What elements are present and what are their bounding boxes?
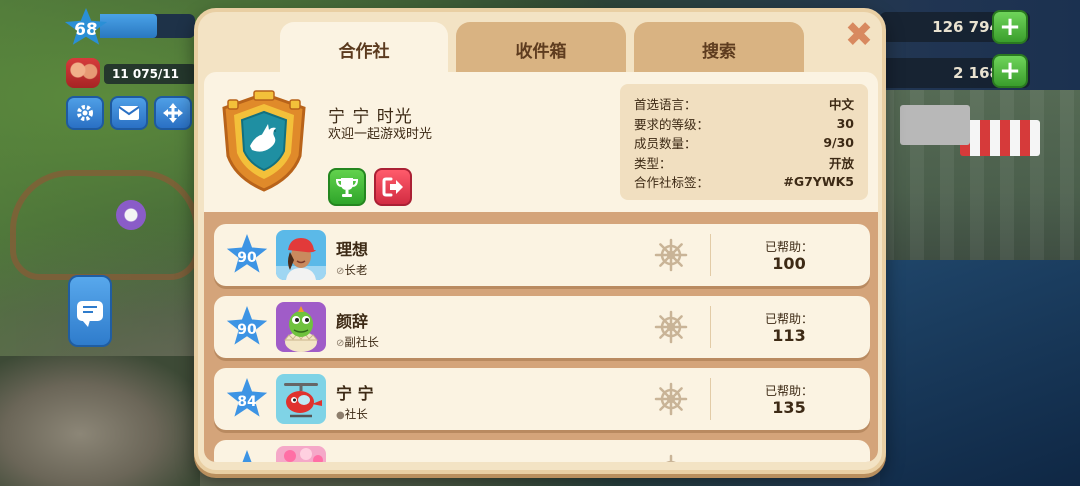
member-level: 84 (237, 394, 257, 410)
row-divider (710, 306, 711, 348)
member-role: ●社长 (336, 406, 368, 422)
population-counter[interactable]: 11 075/11 (66, 58, 196, 88)
club-info-box: 首选语言： 中文 要求的等级： 30 成员数量： 9/30 类型： 开放 合作社标签： #… (620, 84, 868, 200)
info-value: #G7YWK5 (783, 174, 854, 190)
chat-bubble-icon (77, 301, 103, 327)
info-value: 开放 (828, 155, 854, 171)
member-avatar[interactable] (276, 446, 326, 462)
rail-track (10, 170, 200, 280)
info-value: 中文 (828, 97, 854, 113)
info-label: 要求的等级： (634, 116, 710, 132)
info-row-required-level: 要求的等级： 30 (634, 114, 854, 134)
member-level-star: 84 (226, 378, 268, 417)
member-avatar[interactable] (276, 230, 326, 280)
mail-button[interactable] (110, 96, 148, 130)
trophy-button[interactable] (328, 168, 366, 206)
member-name: 宁 宁 (336, 384, 374, 403)
helicopter-avatar-icon (276, 374, 326, 424)
member-list[interactable]: 90 理想 ⊘长老 已帮助： 100 90 颜辞 ⊘副社长 已帮助： 113 8… (204, 212, 878, 462)
add-coins-button[interactable]: + (992, 10, 1028, 44)
member-role-label: 副社长 (344, 335, 379, 349)
info-value: 30 (836, 115, 854, 131)
member-row[interactable]: 90 理想 ⊘长老 已帮助： 100 (214, 224, 870, 286)
member-role-label: 长老 (344, 263, 368, 277)
helped-label: 已帮助： (764, 240, 813, 254)
info-row-member-count: 成员数量： 9/30 (634, 133, 854, 153)
info-value: 9/30 (823, 135, 854, 151)
coop-panel: 宁 宁 时光 欢迎一起游戏时光 首选语言： 中文 要求的等级： 30 成员数量：… (204, 72, 878, 462)
member-row[interactable] (214, 440, 870, 462)
member-level-star: 90 (226, 306, 268, 345)
gear-icon (77, 105, 93, 121)
info-row-tag: 合作社标签： #G7YWK5 (634, 172, 854, 192)
ship-wheel-icon[interactable] (654, 310, 688, 344)
population-value: 11 075/11 (104, 64, 196, 84)
member-role: ⊘长老 (336, 262, 367, 278)
move-arrows-icon (163, 103, 183, 123)
girl-avatar-icon (276, 230, 326, 280)
member-row[interactable]: 84 宁 宁 ●社长 已帮助： 135 (214, 368, 870, 430)
chat-button[interactable] (68, 275, 112, 347)
ship-wheel-icon[interactable] (654, 454, 688, 462)
member-row[interactable]: 90 颜辞 ⊘副社长 已帮助： 113 (214, 296, 870, 358)
member-name: 理想 (336, 240, 369, 259)
flowers-avatar-icon (276, 446, 326, 462)
water-area (880, 260, 1080, 486)
trophy-icon (335, 178, 359, 197)
info-label: 类型： (634, 155, 672, 171)
population-icon (66, 58, 100, 88)
envelope-icon (118, 106, 140, 120)
helped-count: 113 (772, 326, 806, 345)
close-button[interactable]: ✖ (844, 18, 874, 52)
rail-indicator-icon[interactable] (116, 200, 146, 230)
ship-wheel-icon[interactable] (654, 382, 688, 416)
helped-label: 已帮助： (764, 384, 813, 398)
dinosaur-avatar-icon (276, 302, 326, 352)
member-level: 90 (237, 322, 257, 338)
member-level-star (226, 450, 268, 462)
add-cash-button[interactable]: + (992, 54, 1028, 88)
info-label: 成员数量： (634, 136, 697, 152)
row-divider (710, 378, 711, 420)
ship-wheel-icon[interactable] (654, 238, 688, 272)
info-label: 合作社标签： (634, 175, 710, 191)
role-badge-icon: ● (336, 410, 345, 421)
move-button[interactable] (154, 96, 192, 130)
helped-count: 135 (772, 398, 806, 417)
row-divider (710, 234, 711, 276)
market-roof (960, 120, 1040, 156)
club-emblem (222, 90, 306, 192)
leave-club-button[interactable] (374, 168, 412, 206)
exit-icon (382, 177, 403, 197)
member-level: 90 (237, 250, 257, 266)
info-row-language: 首选语言： 中文 (634, 94, 854, 114)
helped-count: 100 (772, 254, 806, 273)
member-role-label: 社长 (344, 407, 368, 421)
club-header: 宁 宁 时光 欢迎一起游戏时光 首选语言： 中文 要求的等级： 30 成员数量：… (204, 72, 878, 212)
xp-bar (100, 14, 195, 38)
member-avatar[interactable] (276, 302, 326, 352)
member-name: 颜辞 (336, 312, 369, 331)
building-roof (900, 105, 970, 145)
helped-label: 已帮助： (764, 312, 813, 326)
tab-coop[interactable]: 合作社 (280, 22, 448, 80)
settings-button[interactable] (66, 96, 104, 130)
member-level-star: 90 (226, 234, 268, 273)
member-role: ⊘副社长 (336, 334, 379, 350)
club-description: 欢迎一起游戏时光 (328, 127, 433, 142)
rock-hill (0, 356, 200, 486)
info-row-type: 类型： 开放 (634, 153, 854, 173)
coop-dialog: 合作社 收件箱 搜索 ✖ 宁 宁 时光 欢迎一起游戏时光 首选语言： 中文 要求… (194, 8, 886, 474)
info-label: 首选语言： (634, 97, 697, 113)
member-avatar[interactable] (276, 374, 326, 424)
